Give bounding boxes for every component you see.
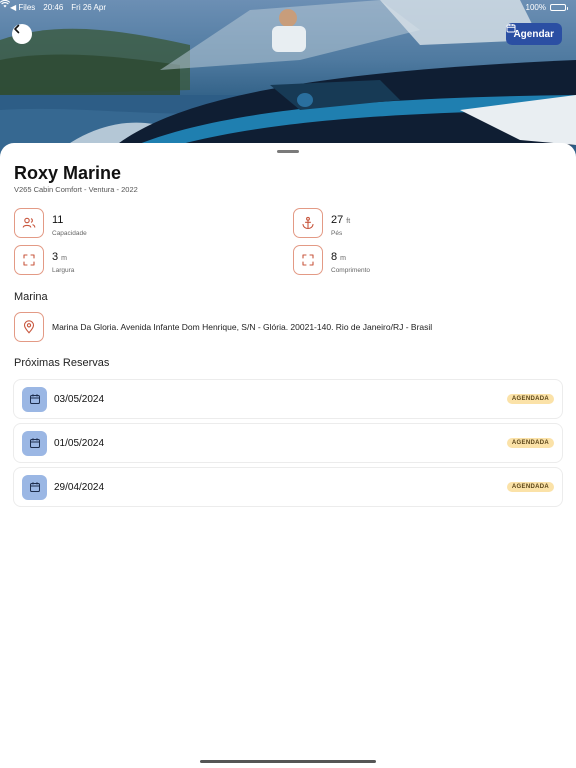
details-sheet: Roxy Marine V265 Cabin Comfort - Ventura… [0,143,576,768]
spec-unit: ft [346,217,351,225]
spec-value: 27 [331,213,344,226]
status-badge: AGENDADA [506,394,554,404]
expand-icon [14,245,44,275]
marina-address-row[interactable]: Marina Da Gloria. Avenida Infante Dom He… [14,312,432,342]
back-button[interactable] [12,24,32,44]
spec-value: 8 [331,250,338,263]
people-icon [14,208,44,238]
status-time: 20:46 [43,2,64,12]
reservation-card[interactable]: 29/04/2024 AGENDADA [13,467,563,507]
schedule-button[interactable]: Agendar [506,23,562,45]
spec-unit: m [340,254,346,262]
sheet-drag-handle[interactable] [277,150,299,153]
reservation-date: 29/04/2024 [54,481,105,493]
arrow-left-icon [14,24,20,34]
reservation-date: 01/05/2024 [54,437,105,449]
location-pin-icon [14,312,44,342]
spec-label: Capacidade [52,229,87,237]
calendar-icon [22,430,47,456]
spec-label: Largura [52,266,75,274]
spec-width: 3m Largura [14,245,74,275]
home-indicator[interactable] [200,760,376,763]
spec-label: Comprimento [331,266,371,274]
back-to-app-label[interactable]: ◀ Files [10,3,35,12]
marina-address: Marina Da Gloria. Avenida Infante Dom He… [52,322,433,332]
boat-subtitle: V265 Cabin Comfort - Ventura - 2022 [14,185,138,194]
spec-label: Pés [331,229,343,237]
battery-icon [550,3,568,11]
spec-feet: 27 ft Pés [293,208,350,238]
spec-value: 3 [52,250,59,263]
status-date: Fri 26 Apr [71,2,106,12]
status-badge: AGENDADA [506,438,554,448]
battery-percentage: 100% [525,2,546,12]
calendar-icon [22,386,47,412]
spec-unit: m [61,254,67,262]
reservations-section-title: Próximas Reservas [14,357,110,369]
spec-length: 8m Comprimento [293,245,370,275]
boat-name: Roxy Marine [14,163,122,183]
spec-capacity: 11 Capacidade [14,208,87,238]
boat-detail-screen: ◀ Files 20:46 Fri 26 Apr 100% Agendar Ro… [0,0,576,768]
calendar-icon [22,474,47,500]
schedule-button-label: Agendar [513,28,554,40]
calendar-icon [506,24,516,33]
anchor-icon [293,208,323,238]
status-badge: AGENDADA [506,482,554,492]
status-bar: ◀ Files 20:46 Fri 26 Apr 100% [0,0,576,14]
reservation-card[interactable]: 01/05/2024 AGENDADA [13,423,563,463]
spec-value: 11 [52,213,64,226]
marina-section-title: Marina [14,291,48,303]
reservation-card[interactable]: 03/05/2024 AGENDADA [13,379,563,419]
reservation-date: 03/05/2024 [54,393,105,405]
expand-icon [293,245,323,275]
